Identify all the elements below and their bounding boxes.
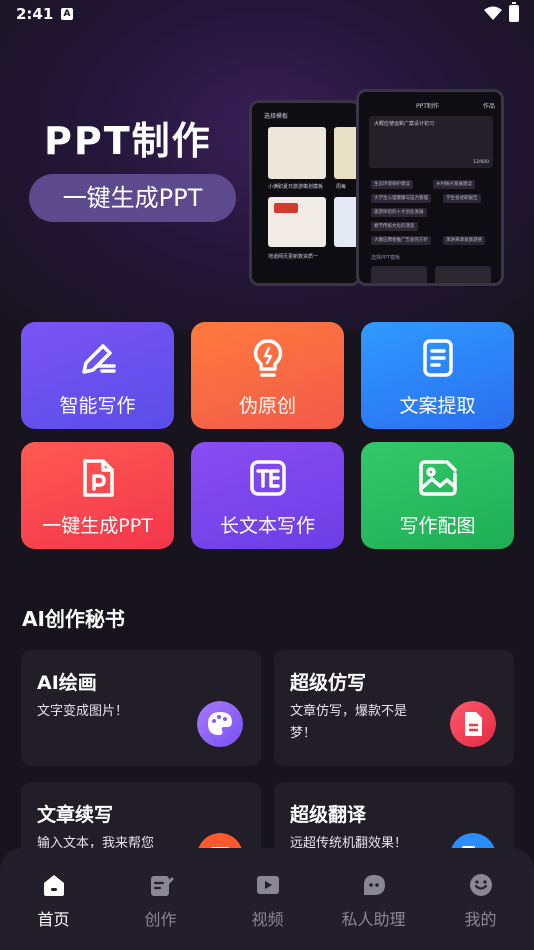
section-title: AI创作秘书 — [22, 607, 125, 631]
card-ai-painting[interactable]: AI绘画 文字变成图片！ — [21, 650, 261, 766]
nav-label: 视频 — [251, 910, 284, 929]
pen-write-icon — [81, 344, 116, 374]
status-bar: 2:41 A — [0, 0, 534, 28]
doc-copy-icon — [450, 701, 496, 747]
card-title: 文章续写 — [37, 804, 114, 826]
mock-template-card — [268, 197, 326, 247]
nav-label: 创作 — [144, 910, 177, 929]
mock-counter: 12/600 — [473, 160, 489, 165]
mock-topic-tag: 大学生心理健康与压力管理 — [371, 194, 431, 203]
phone-mockup-back: 选择模板 小满职夏日旅游策划模板 周每 地道网页更新数资质一 — [249, 100, 361, 286]
status-time: 2:41 — [16, 5, 54, 23]
edit-note-icon — [150, 876, 173, 896]
notification-icon: A — [61, 8, 73, 20]
tile-one-click-ppt[interactable]: 一键生成PPT — [21, 442, 174, 549]
mock-topic-tag: 大健应聘者推广告处的方针 — [371, 236, 431, 245]
mock-topic-tag: 旅游体验的十大创业发展 — [371, 208, 427, 217]
palette-icon — [197, 701, 243, 747]
mock-template-card — [268, 127, 326, 179]
card-desc: 文字变成图片！ — [37, 704, 129, 719]
mock-front-title: PPT制作 — [416, 103, 439, 110]
mock-topic-tag: 乡村振兴发展建议 — [433, 180, 475, 189]
tile-writing-illustration[interactable]: 写作配图 — [361, 442, 514, 549]
nav-label: 首页 — [37, 910, 70, 929]
wifi-icon — [484, 6, 502, 20]
lightbulb-icon — [253, 339, 282, 377]
mock-front-action: 作品 — [483, 103, 496, 110]
card-title: 超级仿写 — [290, 672, 367, 694]
mock-front-footer: 选择PPT模板 — [371, 255, 401, 261]
video-icon — [256, 876, 279, 894]
mock-card-caption: 周每 — [336, 184, 347, 190]
tile-label: 一键生成PPT — [42, 515, 153, 537]
tile-pseudo-original[interactable]: 伪原创 — [191, 322, 344, 429]
image-edit-icon — [418, 460, 457, 496]
profile-icon — [469, 874, 492, 896]
card-title: 超级翻译 — [290, 804, 367, 826]
tile-label: 写作配图 — [399, 515, 476, 537]
nav-create[interactable]: 创作 — [107, 848, 214, 950]
mock-card-caption: 地道网页更新数资质一 — [268, 254, 319, 260]
mock-topic-tag: 春节传统文化的演变 — [371, 222, 418, 231]
tile-label: 伪原创 — [238, 395, 296, 417]
tile-long-text-writing[interactable]: 长文本写作 — [191, 442, 344, 549]
bottom-nav: 首页 创作 视频 私人助理 我的 — [0, 848, 534, 950]
mock-topic-tag: 学生会述职报告 — [443, 194, 481, 203]
nav-home[interactable]: 首页 — [0, 848, 107, 950]
banner-title: PPT制作 — [44, 119, 212, 163]
nav-label: 我的 — [464, 910, 497, 929]
mock-input-text: 大概应使运新广案设计初习 — [374, 121, 435, 127]
tile-label: 长文本写作 — [219, 515, 315, 537]
card-desc: 文章仿写，爆款不是梦！ — [290, 704, 408, 741]
document-icon — [422, 339, 453, 377]
mock-input-box: 大概应使运新广案设计初习 12/600 — [369, 116, 493, 168]
tile-label: 文案提取 — [399, 395, 476, 417]
text-box-icon — [249, 460, 286, 496]
tile-label: 智能写作 — [59, 395, 136, 417]
assistant-chat-icon — [363, 875, 385, 895]
card-title: AI绘画 — [37, 672, 97, 694]
nav-profile[interactable]: 我的 — [427, 848, 534, 950]
mock-topic-tag: 演讲来源发旅游感 — [443, 236, 485, 245]
battery-icon — [509, 2, 519, 22]
nav-video[interactable]: 视频 — [214, 848, 321, 950]
ppt-file-icon — [82, 459, 114, 497]
tile-smart-writing[interactable]: 智能写作 — [21, 322, 174, 429]
nav-assistant[interactable]: 私人助理 — [320, 848, 427, 950]
mock-back-header: 选择模板 — [264, 113, 289, 120]
tile-copy-extract[interactable]: 文案提取 — [361, 322, 514, 429]
home-icon — [43, 875, 64, 896]
phone-mockup-front: PPT制作 作品 大概应使运新广案设计初习 12/600 生态环境保护建议 乡村… — [356, 89, 504, 286]
card-super-imitation[interactable]: 超级仿写 文章仿写，爆款不是梦！ — [274, 650, 514, 766]
nav-label: 私人助理 — [341, 910, 406, 929]
mock-card-caption: 小满职夏日旅游策划模板 — [268, 184, 324, 190]
mock-topic-tag: 生态环境保护建议 — [371, 180, 413, 189]
banner-cta[interactable]: 一键生成PPT — [29, 174, 236, 222]
